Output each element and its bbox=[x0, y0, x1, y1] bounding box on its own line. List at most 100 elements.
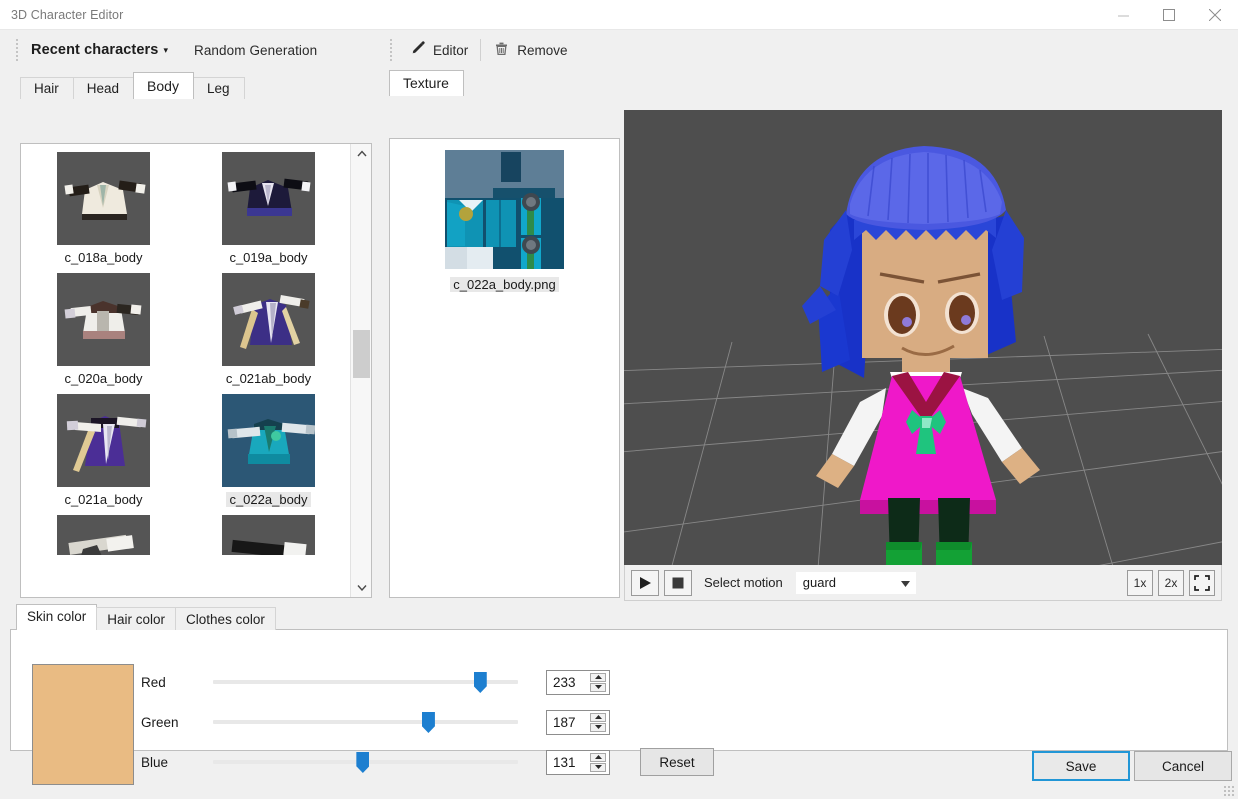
tab-texture[interactable]: Texture bbox=[389, 70, 464, 96]
tab-hair-color[interactable]: Hair color bbox=[96, 607, 176, 630]
caret-down-icon[interactable] bbox=[590, 723, 606, 732]
texture-toolbar: Editor Remove bbox=[386, 30, 620, 70]
toolbar-grip-icon bbox=[15, 38, 19, 62]
part-tabs: Hair Head Body Leg bbox=[20, 74, 380, 99]
caret-down-icon[interactable] bbox=[590, 683, 606, 692]
toolbar-grip-icon bbox=[389, 38, 393, 62]
play-button[interactable] bbox=[631, 570, 659, 596]
color-slider-row-green: Green 187 bbox=[141, 702, 714, 742]
save-button[interactable]: Save bbox=[1032, 751, 1130, 781]
green-value: 187 bbox=[553, 715, 576, 730]
recent-characters-menu[interactable]: Recent characters ▾ bbox=[31, 42, 168, 58]
texture-list-item-label: c_022a_body.png bbox=[450, 277, 558, 292]
model-thumbnail bbox=[222, 273, 315, 366]
scroll-up-button[interactable] bbox=[351, 144, 372, 163]
pencil-icon bbox=[409, 40, 426, 60]
dialog-footer: Save Cancel bbox=[0, 739, 1238, 799]
editor-label: Editor bbox=[433, 43, 468, 58]
red-value-field[interactable]: 233 bbox=[546, 670, 610, 695]
model-thumbnail bbox=[57, 152, 150, 245]
playback-controls: Select motion guard 1x 2x bbox=[624, 565, 1222, 601]
tab-body[interactable]: Body bbox=[133, 72, 194, 99]
character-editor-window: 3D Character Editor Recent characters ▾ … bbox=[0, 0, 1238, 799]
list-item[interactable]: c_021ab_body bbox=[186, 273, 351, 386]
tab-clothes-color[interactable]: Clothes color bbox=[175, 607, 276, 630]
character-viewport[interactable] bbox=[624, 110, 1222, 565]
model-thumbnail bbox=[222, 152, 315, 245]
model-thumbnail bbox=[57, 273, 150, 366]
green-slider[interactable] bbox=[213, 710, 518, 734]
list-item[interactable]: c_021a_body bbox=[21, 394, 186, 507]
slider-track bbox=[213, 720, 518, 724]
window-controls bbox=[1100, 0, 1238, 30]
caret-up-icon[interactable] bbox=[590, 713, 606, 722]
texture-list[interactable]: c_022a_body.png bbox=[389, 138, 620, 598]
model-thumbnail bbox=[57, 515, 150, 555]
tab-leg[interactable]: Leg bbox=[193, 77, 245, 99]
model-toolbar: Recent characters ▾ Random Generation bbox=[0, 30, 380, 70]
remove-label: Remove bbox=[517, 43, 567, 58]
list-item-selected[interactable]: c_022a_body bbox=[186, 394, 351, 507]
title-bar: 3D Character Editor bbox=[0, 0, 1238, 30]
list-item[interactable] bbox=[186, 515, 351, 555]
scroll-down-button[interactable] bbox=[351, 578, 372, 597]
slider-thumb[interactable] bbox=[422, 712, 435, 733]
tab-head[interactable]: Head bbox=[73, 77, 134, 99]
red-slider[interactable] bbox=[213, 670, 518, 694]
model-thumbnail bbox=[222, 515, 315, 555]
tab-skin-color[interactable]: Skin color bbox=[16, 604, 97, 630]
random-generation-button[interactable]: Random Generation bbox=[194, 43, 317, 58]
list-item[interactable]: c_020a_body bbox=[21, 273, 186, 386]
zoom-2x-button[interactable]: 2x bbox=[1158, 570, 1184, 596]
caret-up-icon[interactable] bbox=[590, 673, 606, 682]
list-item-label: c_018a_body bbox=[61, 250, 145, 265]
stop-button[interactable] bbox=[664, 570, 692, 596]
model-grid: c_018a_body bbox=[21, 144, 351, 597]
model-browser-panel: Recent characters ▾ Random Generation Ha… bbox=[0, 30, 380, 574]
maximize-button[interactable] bbox=[1146, 0, 1192, 30]
zoom-1x-button[interactable]: 1x bbox=[1127, 570, 1153, 596]
model-thumbnail bbox=[57, 394, 150, 487]
trash-icon bbox=[493, 40, 510, 60]
green-label: Green bbox=[141, 715, 213, 730]
list-item[interactable]: c_018a_body bbox=[21, 152, 186, 265]
color-editor-body: Red 233 bbox=[10, 629, 1228, 751]
list-item[interactable]: c_019a_body bbox=[186, 152, 351, 265]
list-item[interactable] bbox=[21, 515, 186, 555]
texture-list-item[interactable]: c_022a_body.png bbox=[390, 139, 619, 292]
motion-select-value: guard bbox=[803, 575, 836, 590]
slider-thumb[interactable] bbox=[474, 672, 487, 693]
window-title: 3D Character Editor bbox=[0, 8, 123, 22]
toolbar-separator bbox=[480, 39, 481, 61]
main-content: Recent characters ▾ Random Generation Ha… bbox=[0, 30, 1238, 799]
model-thumbnail bbox=[222, 394, 315, 487]
tab-hair[interactable]: Hair bbox=[20, 77, 74, 99]
model-list[interactable]: c_018a_body bbox=[20, 143, 372, 598]
chevron-down-icon bbox=[901, 575, 910, 590]
texture-tabs: Texture bbox=[389, 70, 620, 96]
chevron-down-icon: ▾ bbox=[163, 45, 168, 56]
list-item-label: c_021ab_body bbox=[223, 371, 314, 386]
red-stepper[interactable] bbox=[590, 673, 606, 692]
green-value-field[interactable]: 187 bbox=[546, 710, 610, 735]
preview-panel: Select motion guard 1x 2x bbox=[624, 110, 1222, 601]
list-item-label: c_019a_body bbox=[226, 250, 310, 265]
editor-button[interactable]: Editor bbox=[401, 36, 476, 64]
color-tabs: Skin color Hair color Clothes color bbox=[16, 604, 1238, 630]
resize-grip-icon[interactable] bbox=[1223, 785, 1235, 797]
close-button[interactable] bbox=[1192, 0, 1238, 30]
red-label: Red bbox=[141, 675, 213, 690]
green-stepper[interactable] bbox=[590, 713, 606, 732]
fullscreen-button[interactable] bbox=[1189, 570, 1215, 596]
minimize-button[interactable] bbox=[1100, 0, 1146, 30]
recent-characters-label: Recent characters bbox=[31, 42, 158, 58]
texture-panel: Editor Remove bbox=[386, 30, 620, 574]
red-value: 233 bbox=[553, 675, 576, 690]
remove-button[interactable]: Remove bbox=[485, 36, 575, 64]
slider-track bbox=[213, 680, 518, 684]
model-list-scrollbar[interactable] bbox=[350, 144, 371, 597]
motion-select[interactable]: guard bbox=[796, 572, 916, 594]
cancel-button[interactable]: Cancel bbox=[1134, 751, 1232, 781]
texture-thumbnail bbox=[445, 150, 564, 269]
scrollbar-thumb[interactable] bbox=[353, 330, 370, 378]
